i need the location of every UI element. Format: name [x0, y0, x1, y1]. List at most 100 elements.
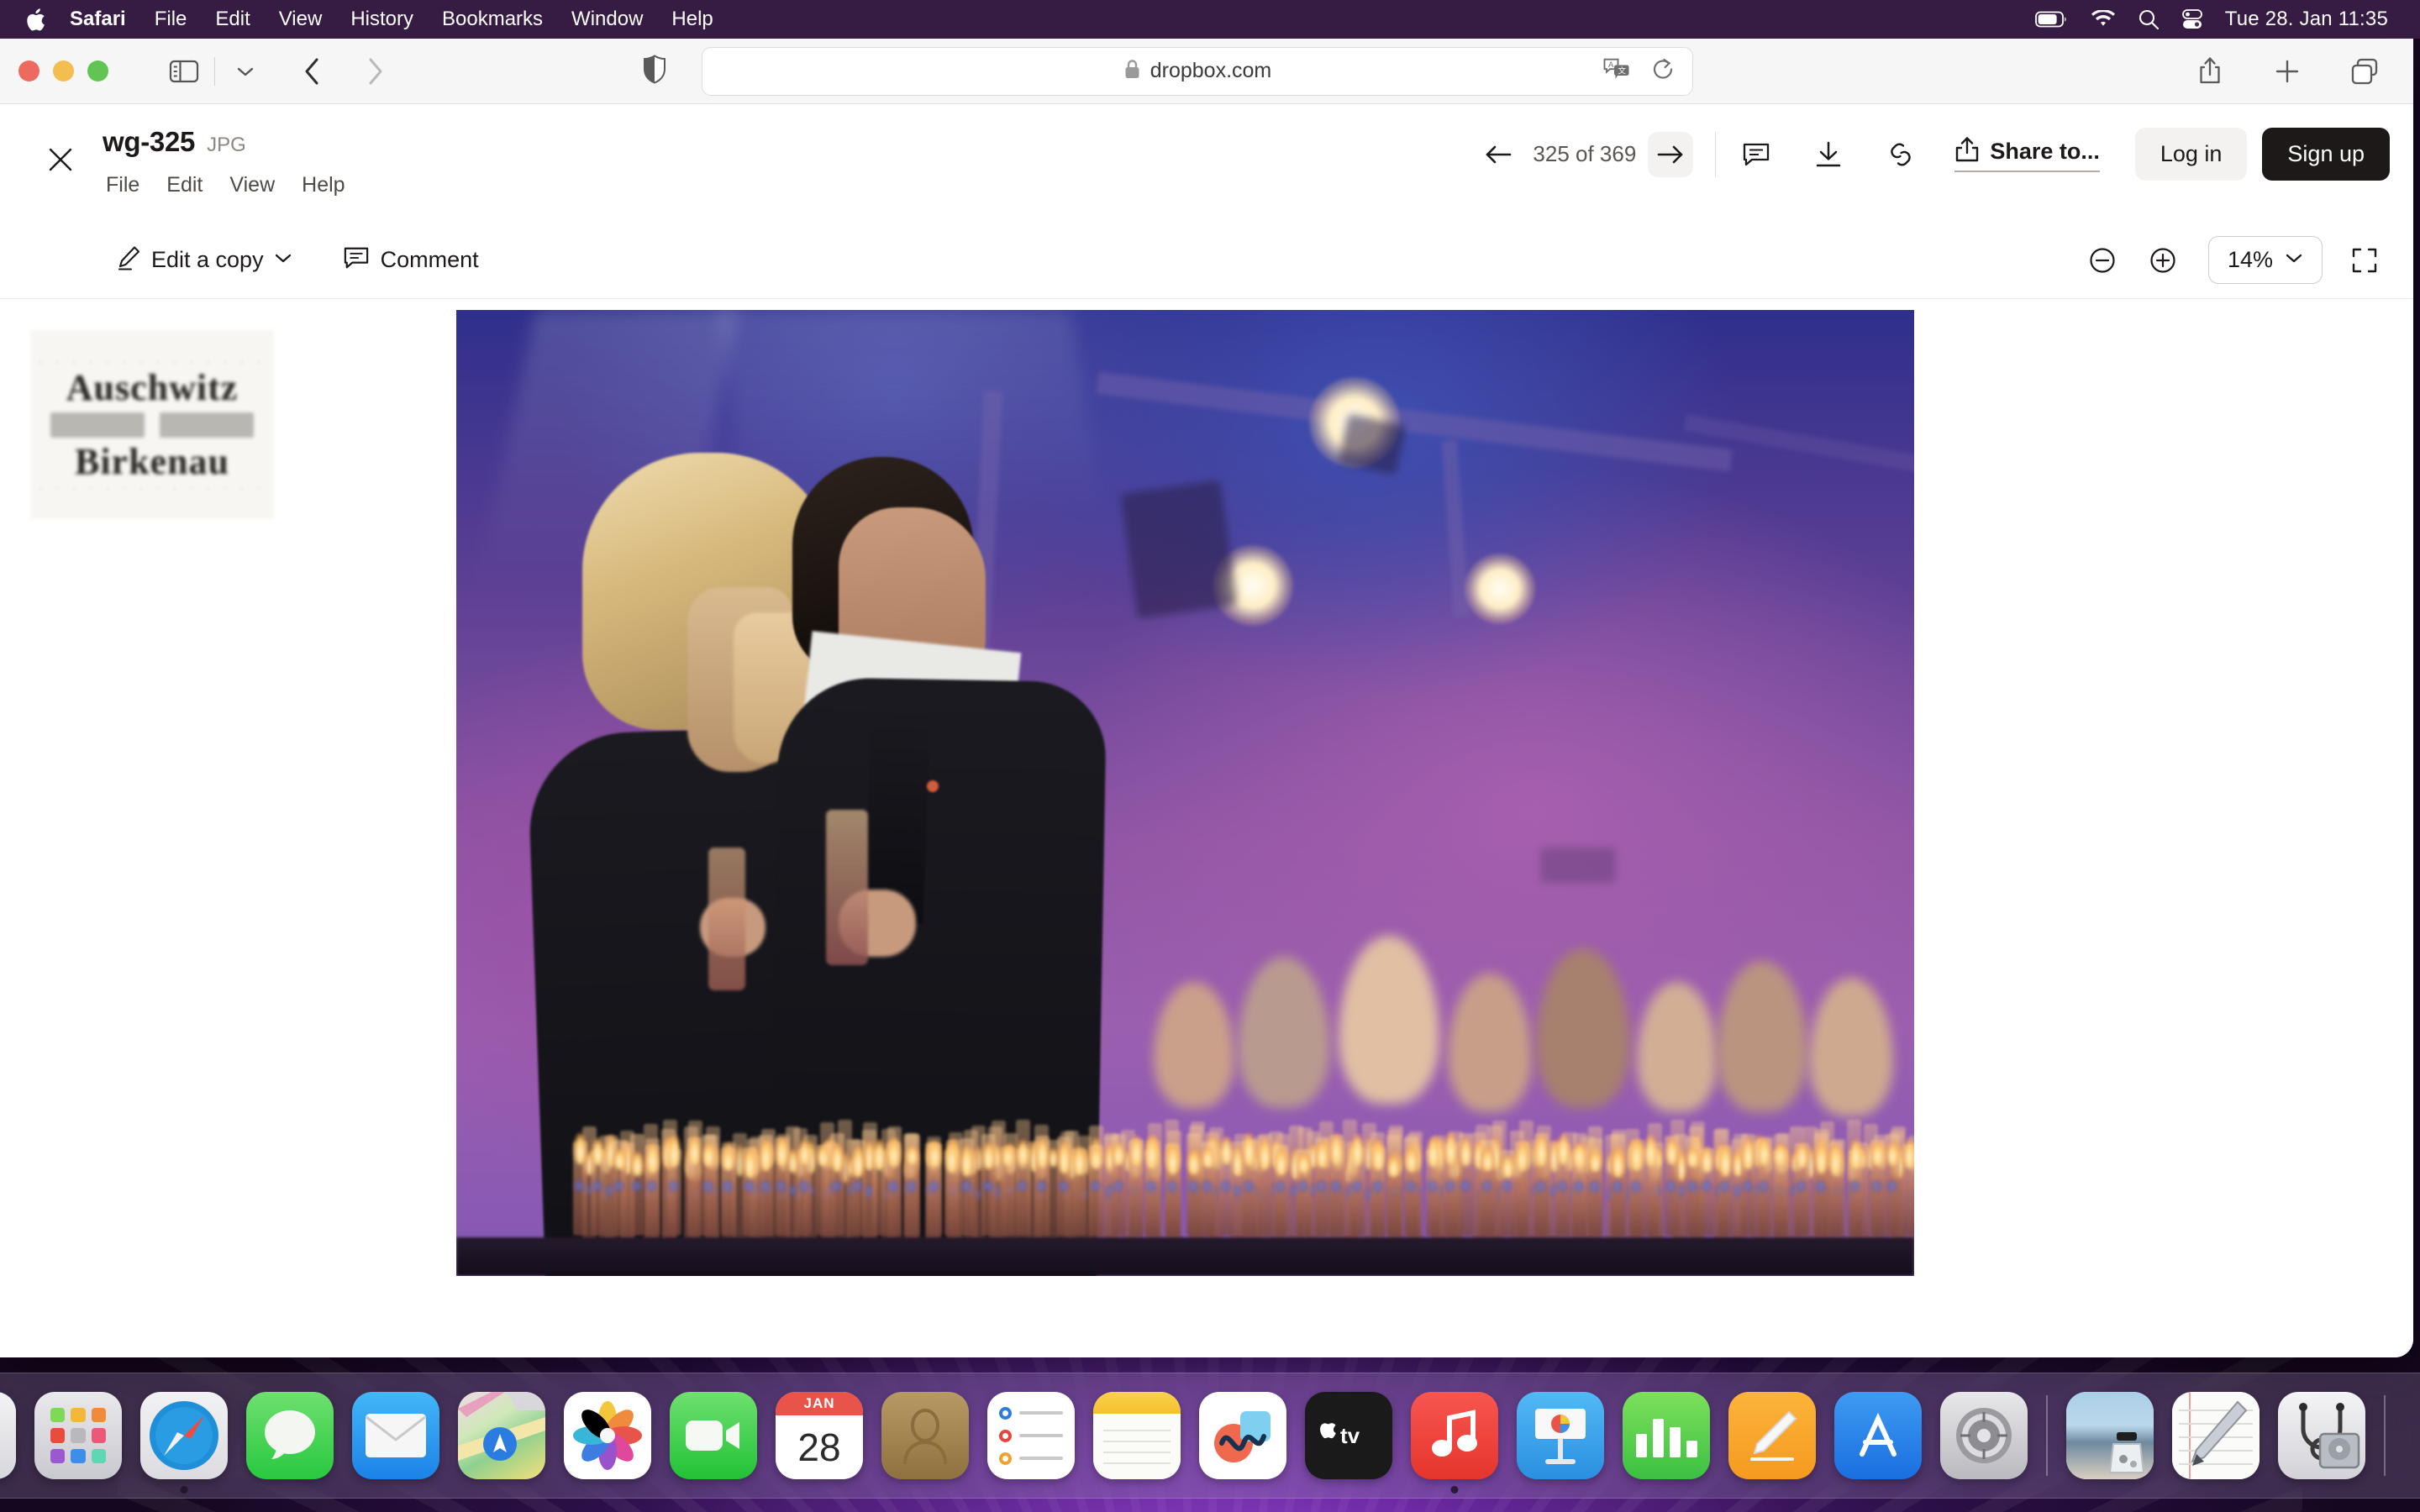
apple-logo-icon[interactable] [15, 7, 55, 33]
back-arrow-icon[interactable] [292, 50, 333, 93]
dock-item-mail[interactable] [352, 1392, 439, 1479]
window-controls [18, 60, 108, 81]
file-menu-help[interactable]: Help [288, 168, 358, 202]
dock-item-trash[interactable] [2404, 1392, 2420, 1479]
file-extension: JPG [207, 134, 246, 156]
menu-item-window[interactable]: Window [557, 0, 657, 39]
file-name: wg-325 [103, 126, 196, 157]
dock-item-freeform[interactable] [1199, 1392, 1286, 1479]
signup-button[interactable]: Sign up [2262, 128, 2390, 181]
header-divider [1715, 131, 1717, 177]
zoom-out-icon[interactable] [2084, 242, 2121, 279]
edit-a-copy-button[interactable]: Edit a copy [118, 245, 292, 275]
translate-icon[interactable]: A 文 [1603, 56, 1632, 86]
minimize-window-button[interactable] [53, 60, 74, 81]
dock-item-numbers[interactable] [1623, 1392, 1710, 1479]
pencil-icon [118, 245, 141, 275]
dock-item-settings[interactable] [1940, 1392, 2028, 1479]
menu-item-view[interactable]: View [265, 0, 337, 39]
comment-icon[interactable] [1738, 136, 1775, 173]
menu-item-bookmarks[interactable]: Bookmarks [428, 0, 557, 39]
dock-running-indicator [1450, 1486, 1459, 1494]
file-viewer-header: wg-325 JPG File Edit View Help 325 of 36… [0, 104, 2413, 222]
zoom-level-value: 14% [2227, 247, 2273, 272]
dock-item-safari[interactable] [140, 1392, 228, 1494]
header-actions: 325 of 369 Share to... Log in Sign up [1476, 104, 2390, 181]
search-icon[interactable] [2138, 8, 2160, 30]
wifi-icon[interactable] [2091, 10, 2116, 29]
dock-item-calendar[interactable]: JAN 28 [776, 1392, 863, 1479]
dock-item-photos[interactable] [564, 1392, 651, 1479]
comment-icon [343, 245, 370, 275]
download-icon[interactable] [1810, 136, 1847, 173]
dock-item-reminders[interactable] [987, 1392, 1075, 1479]
thumbnail-line-2: Birkenau [74, 440, 230, 482]
dock-item-maps[interactable] [458, 1392, 545, 1479]
dock-item-preview[interactable] [2066, 1392, 2154, 1479]
menu-item-help[interactable]: Help [657, 0, 727, 39]
close-window-button[interactable] [18, 60, 39, 81]
viewer-toolbar: Edit a copy Comment 14% [0, 222, 2413, 299]
url-text: dropbox.com [1150, 59, 1272, 82]
fullscreen-icon[interactable] [2346, 242, 2383, 279]
zoom-in-icon[interactable] [2144, 242, 2181, 279]
address-bar[interactable]: dropbox.com A 文 [702, 46, 1693, 96]
safari-window: dropbox.com A 文 wg-325 JPG File Edit Vie… [0, 39, 2413, 1357]
file-menu-view[interactable]: View [216, 168, 288, 202]
previous-page-button[interactable] [1476, 132, 1521, 177]
thumbnail-dots-top: · · · · · · · · · · · · · · [39, 354, 266, 368]
photo-memorial-ceremony[interactable] [456, 310, 1914, 1276]
share-icon[interactable] [2190, 50, 2230, 93]
menu-item-file[interactable]: File [140, 0, 202, 39]
tab-overview-icon[interactable] [2344, 50, 2385, 93]
dock-item-notes[interactable] [1093, 1392, 1181, 1479]
copy-link-icon[interactable] [1882, 136, 1919, 173]
comment-button[interactable]: Comment [343, 245, 479, 275]
thumbnail-line-1: Auschwitz [66, 366, 239, 408]
dock-item-facetime[interactable] [670, 1392, 757, 1479]
svg-text:文: 文 [1618, 66, 1627, 76]
menu-bar: Safari File Edit View History Bookmarks … [0, 0, 2420, 39]
dock-divider [2046, 1395, 2048, 1476]
control-center-icon[interactable] [2181, 8, 2203, 30]
chevron-down-icon [2285, 252, 2303, 269]
menu-bar-clock[interactable]: Tue 28. Jan 11:35 [2225, 8, 2388, 31]
dock-item-diskutility[interactable] [2278, 1392, 2365, 1479]
sidebar-toggle-icon[interactable] [164, 50, 204, 93]
login-button[interactable]: Log in [2134, 128, 2248, 181]
sidebar-chevron-down-icon[interactable] [225, 50, 266, 93]
calendar-day: 28 [797, 1425, 841, 1469]
share-upload-icon [1954, 136, 1980, 167]
close-icon[interactable] [42, 141, 79, 178]
dock-item-contacts[interactable] [881, 1392, 969, 1479]
dock-item-textedit[interactable] [2172, 1392, 2260, 1479]
dock-item-keynote[interactable] [1517, 1392, 1604, 1479]
zoom-level-dropdown[interactable]: 14% [2207, 236, 2323, 284]
maximize-window-button[interactable] [87, 60, 108, 81]
dock-item-launchpad[interactable] [34, 1392, 122, 1479]
file-menu-bar: File Edit View Help [92, 168, 359, 202]
dock-item-finder[interactable] [0, 1392, 16, 1479]
share-to-button[interactable]: Share to... [1954, 136, 2100, 172]
file-menu-file[interactable]: File [92, 168, 153, 202]
edit-a-copy-label: Edit a copy [151, 247, 264, 272]
battery-icon[interactable] [2034, 10, 2069, 29]
privacy-shield-icon[interactable] [643, 54, 666, 87]
dock-item-appletv[interactable]: tv [1305, 1392, 1392, 1479]
menu-item-safari[interactable]: Safari [55, 0, 140, 39]
menu-item-edit[interactable]: Edit [201, 0, 264, 39]
reload-icon[interactable] [1650, 56, 1676, 86]
auschwitz-birkenau-thumbnail[interactable]: · · · · · · · · · · · · · · Auschwitz Bi… [30, 330, 274, 519]
dock-item-appstore[interactable] [1834, 1392, 1922, 1479]
file-menu-edit[interactable]: Edit [153, 168, 216, 202]
calendar-month: JAN [776, 1392, 863, 1415]
desktop: Safari File Edit View History Bookmarks … [0, 0, 2420, 1512]
lock-icon [1123, 59, 1141, 84]
dock-item-pages[interactable] [1728, 1392, 1816, 1479]
menu-item-history[interactable]: History [336, 0, 428, 39]
forward-arrow-icon [355, 50, 395, 93]
next-page-button[interactable] [1648, 131, 1694, 177]
dock-item-messages[interactable] [246, 1392, 334, 1479]
dock-item-music[interactable] [1411, 1392, 1498, 1494]
plus-icon[interactable] [2267, 50, 2307, 93]
